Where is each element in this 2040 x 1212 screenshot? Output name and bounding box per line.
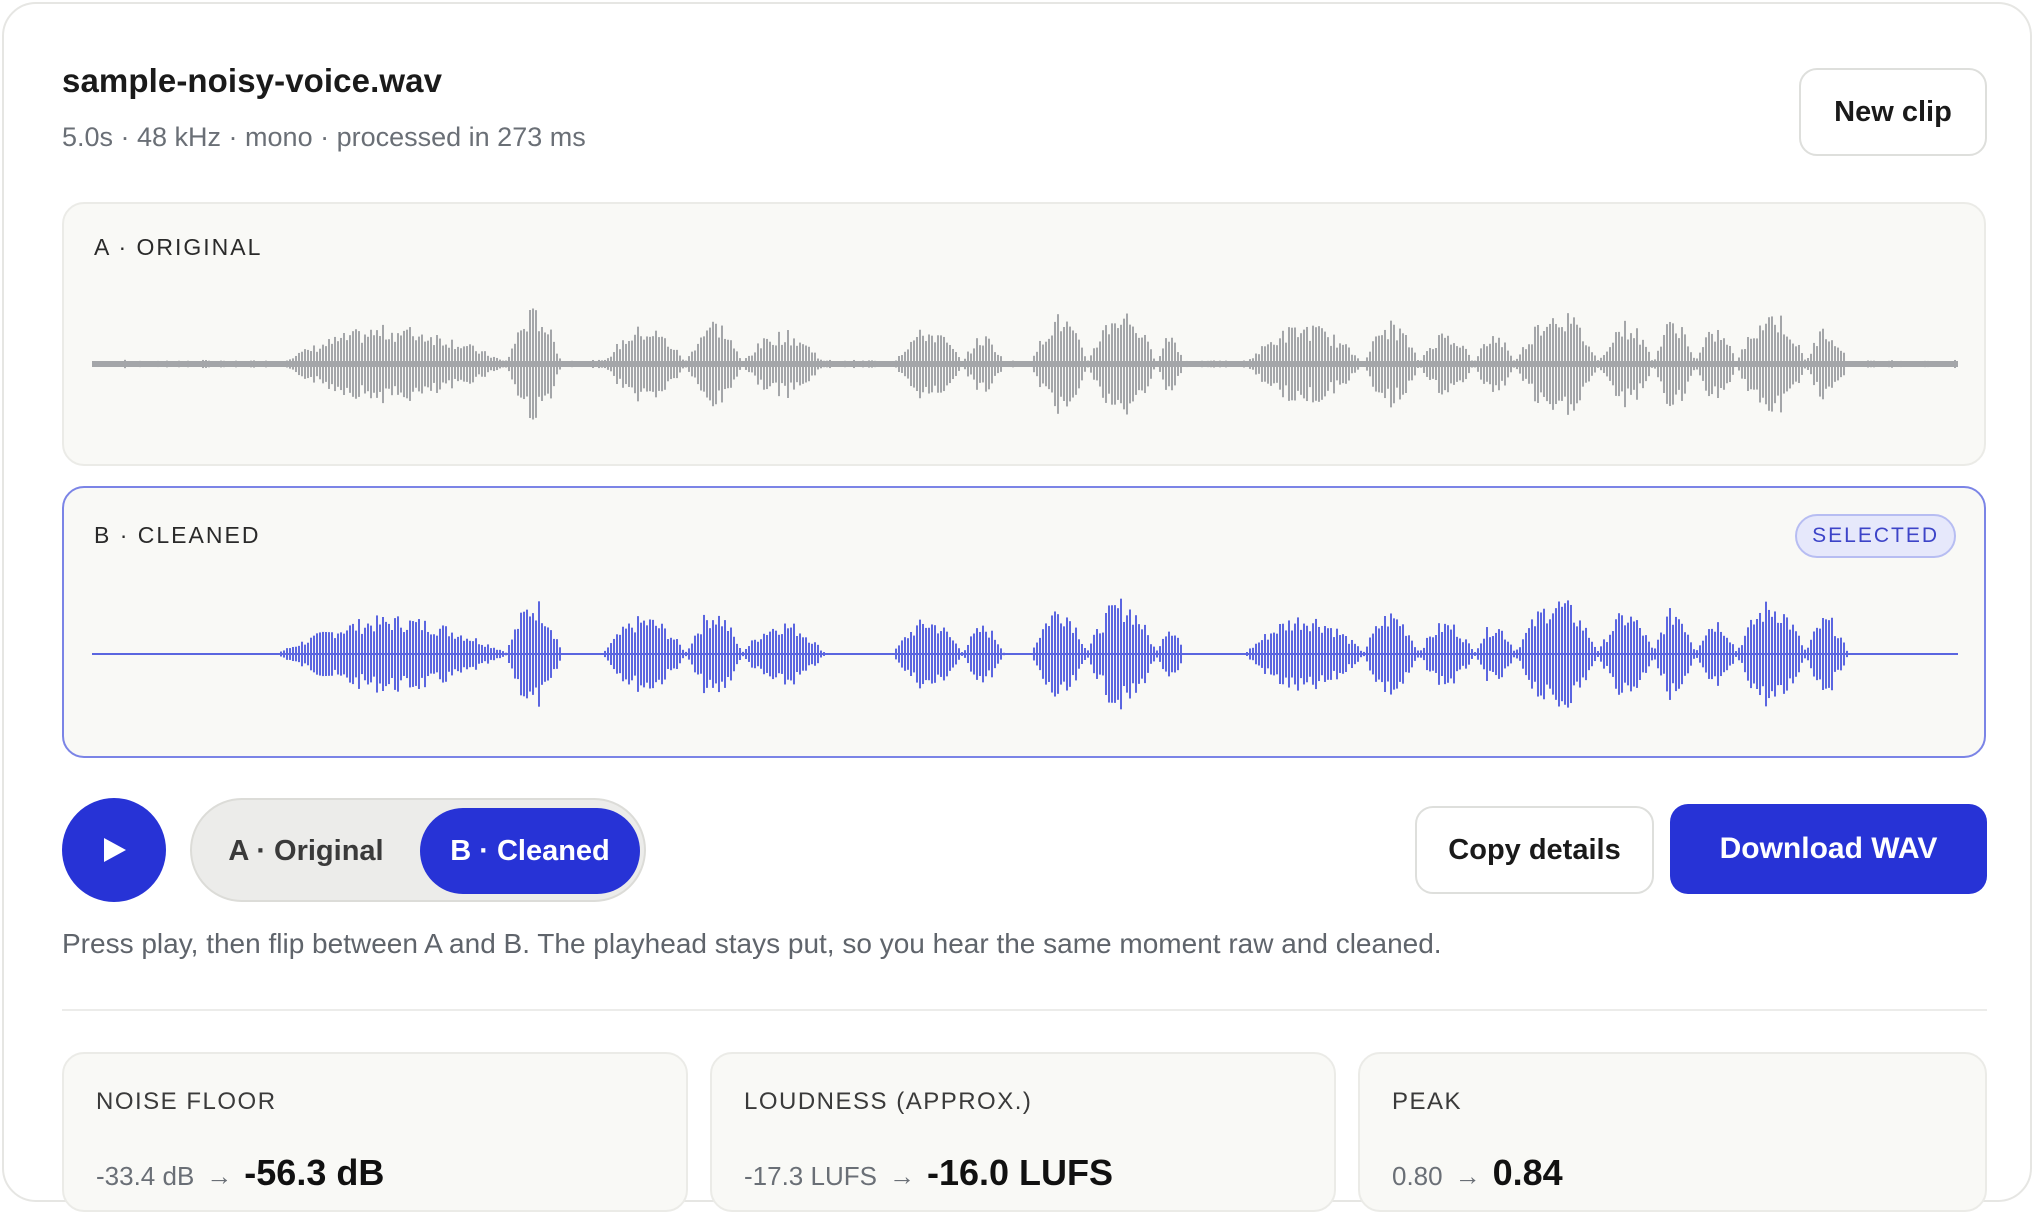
stat-label: LOUDNESS (APPROX.) [744,1088,1033,1115]
waveform-cleaned-panel[interactable]: B · CLEANED SELECTED [62,486,1986,758]
stat-card-loudness: LOUDNESS (APPROX.) -17.3 LUFS → -16.0 LUFS [710,1052,1336,1212]
file-meta: 5.0s · 48 kHz · mono · processed in 273 … [62,122,586,152]
toggle-option-cleaned[interactable]: B · Cleaned [420,808,640,894]
ab-toggle: A · Original B · Cleaned [190,798,646,902]
stat-after: -56.3 dB [244,1152,385,1193]
waveform-original-label: A · ORIGINAL [94,234,263,260]
selected-badge: SELECTED [1795,514,1956,558]
waveform-cleaned [92,598,1958,710]
file-name: sample-noisy-voice.wav [62,62,443,99]
toggle-option-original[interactable]: A · Original [206,808,406,894]
stat-card-peak: PEAK 0.80 → 0.84 [1358,1052,1987,1212]
play-button[interactable] [62,798,166,902]
hint-text: Press play, then flip between A and B. T… [62,928,1442,959]
stat-label: NOISE FLOOR [96,1088,277,1115]
play-icon [104,838,126,862]
new-clip-button[interactable]: New clip [1799,68,1987,156]
stat-label: PEAK [1392,1088,1463,1115]
waveform-cleaned-label: B · CLEANED [94,522,261,548]
stat-after: -16.0 LUFS [926,1152,1113,1193]
divider [62,1009,1987,1011]
clip-result-card: sample-noisy-voice.wav 5.0s · 48 kHz · m… [2,2,2032,1212]
stat-card-noise-floor: NOISE FLOOR -33.4 dB → -56.3 dB [62,1052,688,1212]
copy-details-button[interactable]: Copy details [1415,806,1654,894]
download-wav-button[interactable]: Download WAV [1670,804,1987,894]
waveform-original [92,308,1958,420]
waveform-original-panel[interactable]: A · ORIGINAL [62,202,1986,466]
stat-after: 0.84 [1492,1152,1563,1193]
